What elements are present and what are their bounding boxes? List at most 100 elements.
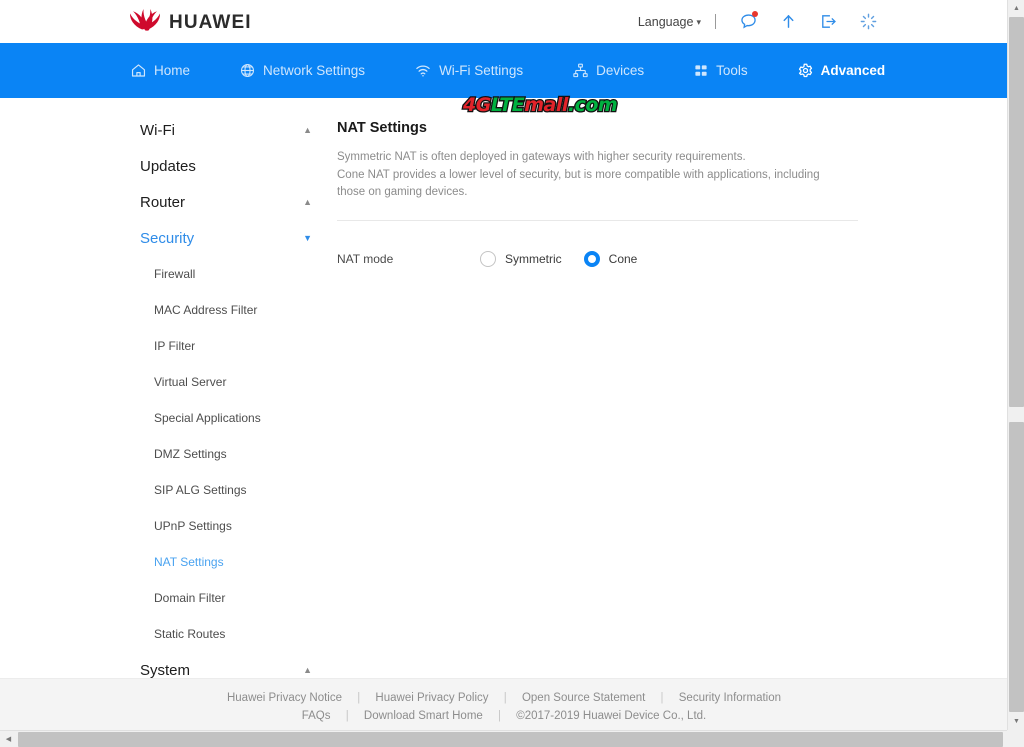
- logout-icon[interactable]: [813, 7, 843, 37]
- sidebar-section-security[interactable]: Security ▼: [140, 220, 312, 256]
- nav-label: Home: [154, 63, 190, 78]
- footer-separator: |: [340, 710, 355, 722]
- watermark-part-2: LTE: [491, 94, 524, 116]
- sidebar-item-virtual-server[interactable]: Virtual Server: [140, 364, 320, 400]
- sidebar-section-label: System: [140, 662, 190, 679]
- sidebar-item-sip-alg-settings[interactable]: SIP ALG Settings: [140, 472, 320, 508]
- scroll-up-arrow-icon[interactable]: ▲: [1008, 0, 1024, 17]
- language-label: Language: [638, 15, 694, 29]
- watermark-part-3: mall: [524, 94, 568, 116]
- sidebar-item-label: Firewall: [154, 267, 195, 281]
- sidebar-item-static-routes[interactable]: Static Routes: [140, 616, 320, 652]
- page-body: Wi-Fi ▲ Updates Router ▲ Security ▼ Fire…: [0, 98, 1008, 678]
- nat-mode-row: NAT mode Symmetric Cone: [337, 251, 878, 267]
- sidebar-item-upnp-settings[interactable]: UPnP Settings: [140, 508, 320, 544]
- arrow-down-glyph: ▼: [1013, 718, 1020, 725]
- footer-line-2: FAQs | Download Smart Home | ©2017-2019 …: [0, 707, 1008, 725]
- scroll-left-arrow-icon[interactable]: ◀: [0, 731, 17, 747]
- horizontal-scrollbar-thumb[interactable]: [18, 732, 1003, 747]
- site-watermark: 4GLTEmall.com: [463, 94, 617, 116]
- browser-viewport: HUAWEI Language▾: [0, 0, 1024, 747]
- sidebar-item-mac-address-filter[interactable]: MAC Address Filter: [140, 292, 320, 328]
- scrollbar-corner: [1007, 730, 1024, 747]
- sidebar-item-special-applications[interactable]: Special Applications: [140, 400, 320, 436]
- arrow-up-icon[interactable]: [773, 7, 803, 37]
- footer-separator: |: [492, 710, 507, 722]
- sidebar-section-router[interactable]: Router ▲: [140, 184, 312, 220]
- footer-link-security-information[interactable]: Security Information: [673, 692, 787, 704]
- radio-circle-icon: [584, 251, 600, 267]
- nav-item-advanced[interactable]: Advanced: [797, 62, 886, 79]
- chevron-up-icon: ▲: [303, 666, 312, 675]
- footer-link-open-source-statement[interactable]: Open Source Statement: [516, 692, 651, 704]
- sidebar-item-firewall[interactable]: Firewall: [140, 256, 320, 292]
- wifi-icon: [414, 62, 432, 79]
- footer-link-privacy-policy[interactable]: Huawei Privacy Policy: [369, 692, 494, 704]
- footer-link-privacy-notice[interactable]: Huawei Privacy Notice: [221, 692, 348, 704]
- radio-option-symmetric[interactable]: Symmetric: [480, 251, 562, 267]
- description-line-1: Symmetric NAT is often deployed in gatew…: [337, 149, 837, 167]
- nav-label: Advanced: [821, 63, 886, 78]
- nav-item-wifi-settings[interactable]: Wi-Fi Settings: [414, 62, 523, 79]
- nav-item-devices[interactable]: Devices: [572, 62, 644, 79]
- description-line-2: Cone NAT provides a lower level of secur…: [337, 167, 837, 202]
- vertical-scrollbar[interactable]: ▲ ▼: [1007, 0, 1024, 730]
- language-selector[interactable]: Language▾: [632, 15, 707, 29]
- nav-item-tools[interactable]: Tools: [693, 63, 748, 79]
- nat-mode-radio-group: Symmetric Cone: [480, 251, 659, 267]
- sidebar-item-label: Virtual Server: [154, 375, 226, 389]
- page-description: Symmetric NAT is often deployed in gatew…: [337, 149, 837, 202]
- chevron-up-icon: ▲: [303, 126, 312, 135]
- loading-spinner-icon[interactable]: [853, 7, 883, 37]
- main-navigation-bar: Home Network Settings: [0, 43, 1008, 98]
- sidebar-item-label: DMZ Settings: [154, 447, 227, 461]
- scroll-down-arrow-icon[interactable]: ▼: [1008, 713, 1024, 730]
- chevron-down-icon: ▼: [303, 234, 312, 243]
- header-actions: Language▾: [632, 0, 888, 43]
- sidebar-section-wifi[interactable]: Wi-Fi ▲: [140, 112, 312, 148]
- radio-circle-icon: [480, 251, 496, 267]
- vertical-scrollbar-thumb[interactable]: [1009, 17, 1024, 407]
- footer-link-faqs[interactable]: FAQs: [296, 710, 337, 722]
- sidebar-section-label: Security: [140, 230, 194, 247]
- horizontal-scrollbar[interactable]: ◀ ▶: [0, 730, 1024, 747]
- sidebar-item-label: MAC Address Filter: [154, 303, 257, 317]
- top-header-bar: HUAWEI Language▾: [0, 0, 1008, 43]
- arrow-up-glyph: ▲: [1013, 5, 1020, 12]
- sidebar-menu: Wi-Fi ▲ Updates Router ▲ Security ▼ Fire…: [0, 98, 315, 678]
- notification-badge: [752, 11, 758, 17]
- vertical-scrollbar-thumb-lower[interactable]: [1009, 422, 1024, 712]
- page-title: NAT Settings: [337, 120, 878, 136]
- huawei-logo[interactable]: HUAWEI: [130, 9, 252, 36]
- home-icon: [130, 62, 147, 79]
- arrow-left-glyph: ◀: [6, 736, 11, 743]
- sidebar-item-dmz-settings[interactable]: DMZ Settings: [140, 436, 320, 472]
- content-divider: 4GLTEmall.com: [337, 220, 858, 221]
- sidebar-section-label: Wi-Fi: [140, 122, 175, 139]
- header-divider: [715, 14, 716, 29]
- sidebar-section-system[interactable]: System ▲: [140, 652, 312, 688]
- gear-icon: [797, 62, 814, 79]
- nat-mode-label: NAT mode: [337, 252, 480, 266]
- sidebar-section-label: Updates: [140, 158, 196, 175]
- nav-item-home[interactable]: Home: [130, 62, 190, 79]
- footer-separator: |: [498, 692, 513, 704]
- watermark-part-4: .com: [568, 94, 617, 116]
- sidebar-item-label: UPnP Settings: [154, 519, 232, 533]
- footer-link-download-smart-home[interactable]: Download Smart Home: [358, 710, 489, 722]
- sidebar-item-domain-filter[interactable]: Domain Filter: [140, 580, 320, 616]
- footer-line-1: Huawei Privacy Notice | Huawei Privacy P…: [0, 689, 1008, 707]
- sidebar-item-ip-filter[interactable]: IP Filter: [140, 328, 320, 364]
- globe-icon: [239, 62, 256, 79]
- nav-label: Network Settings: [263, 63, 365, 78]
- sidebar-item-label: SIP ALG Settings: [154, 483, 247, 497]
- chevron-up-icon: ▲: [303, 198, 312, 207]
- sidebar-item-label: NAT Settings: [154, 555, 224, 569]
- chevron-down-icon: ▾: [696, 17, 701, 28]
- radio-label: Symmetric: [505, 252, 562, 266]
- sidebar-item-nat-settings[interactable]: NAT Settings: [140, 544, 320, 580]
- chat-bubble-icon[interactable]: [733, 7, 763, 37]
- sidebar-section-updates[interactable]: Updates: [140, 148, 312, 184]
- radio-option-cone[interactable]: Cone: [584, 251, 638, 267]
- nav-item-network-settings[interactable]: Network Settings: [239, 62, 365, 79]
